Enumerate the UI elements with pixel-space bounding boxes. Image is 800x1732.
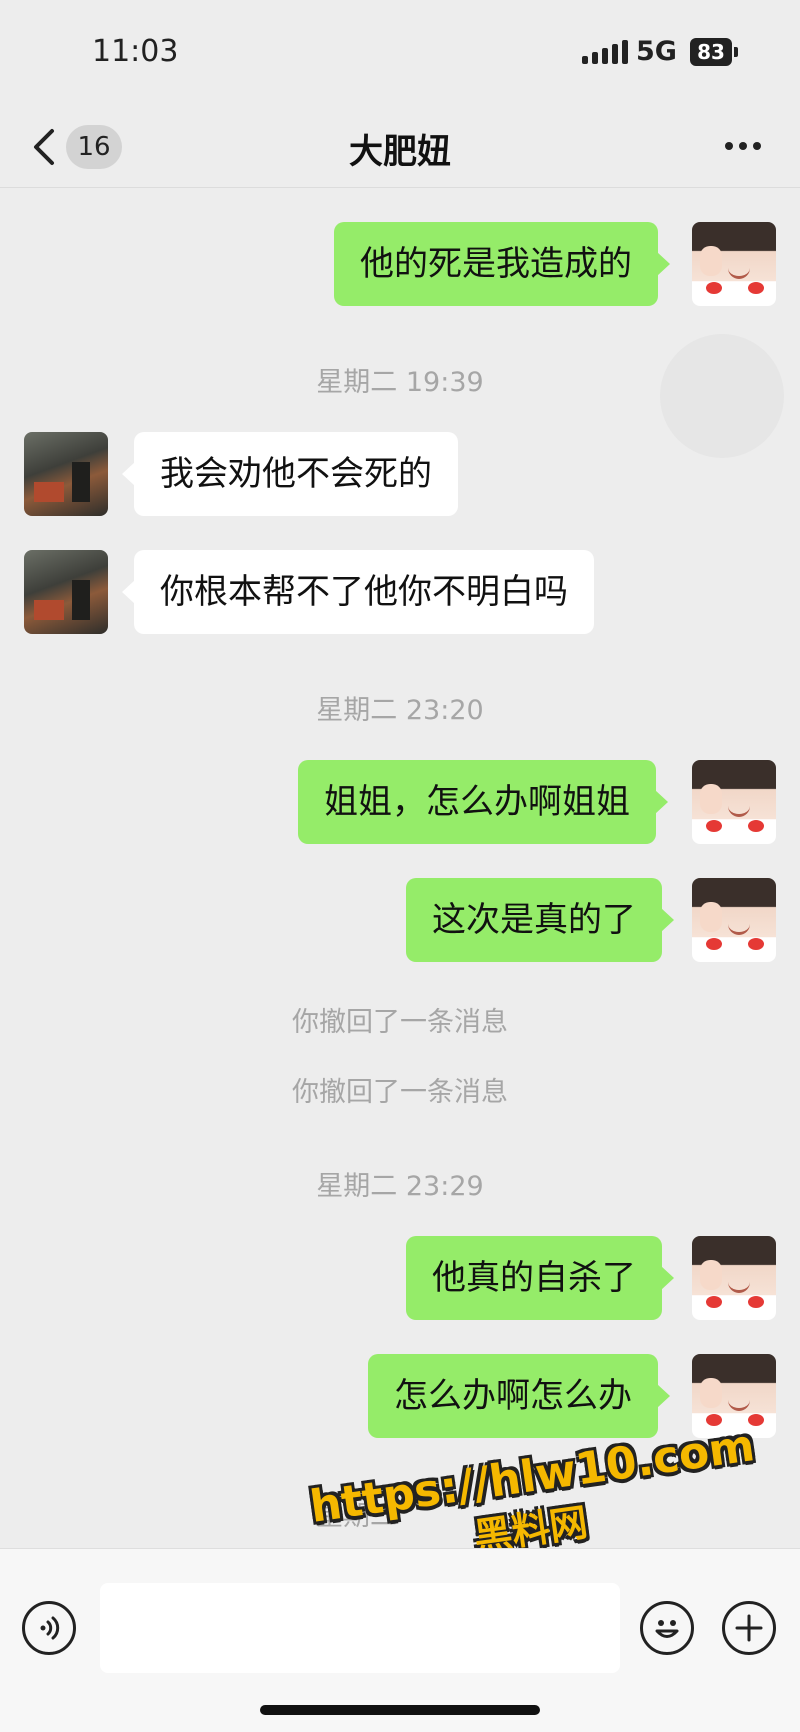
emoji-icon[interactable] (640, 1601, 694, 1655)
chat-header: 16 大肥妞 (0, 104, 800, 188)
outgoing-bubble[interactable]: 怎么办啊怎么办 (368, 1354, 670, 1438)
plus-glyph-icon (735, 1614, 763, 1642)
my-avatar[interactable] (692, 1236, 776, 1320)
timestamp: 星期二 19:39 (316, 367, 484, 398)
emoji-glyph-icon (655, 1620, 679, 1638)
unread-badge: 16 (66, 125, 122, 169)
contact-avatar[interactable] (24, 432, 108, 516)
more-icon[interactable] (718, 126, 768, 166)
timestamp: 星期二 23:29 (316, 1171, 484, 1202)
outgoing-bubble[interactable]: 他真的自杀了 (406, 1236, 674, 1320)
outgoing-bubble[interactable]: 这次是真的了 (406, 878, 674, 962)
voice-icon[interactable] (22, 1601, 76, 1655)
network-label: 5G (636, 36, 677, 67)
recall-notice: 你撤回了一条消息 (292, 1077, 508, 1108)
message-input[interactable] (100, 1583, 620, 1673)
outgoing-bubble[interactable]: 他的死是我造成的 (334, 222, 670, 306)
contact-avatar[interactable] (24, 550, 108, 634)
recall-notice: 你撤回了一条消息 (292, 1007, 508, 1038)
incoming-bubble[interactable]: 我会劝他不会死的 (122, 432, 458, 516)
back-chevron-icon (34, 129, 54, 165)
signal-icon (582, 40, 628, 64)
incoming-bubble[interactable]: 你根本帮不了他你不明白吗 (122, 550, 594, 634)
back-button[interactable]: 16 (28, 122, 138, 172)
input-bar (0, 1548, 800, 1732)
battery-icon: 83 (690, 38, 738, 66)
outgoing-bubble[interactable]: 姐姐，怎么办啊姐姐 (298, 760, 668, 844)
status-bar: 11:03 5G 83 (0, 0, 800, 104)
battery-level: 83 (697, 40, 725, 64)
home-indicator[interactable] (260, 1705, 540, 1715)
voice-glyph-icon (40, 1616, 60, 1640)
timestamp: 星期二 23:20 (316, 695, 484, 726)
plus-icon[interactable] (722, 1601, 776, 1655)
status-time: 11:03 (92, 34, 179, 69)
my-avatar[interactable] (692, 222, 776, 306)
my-avatar[interactable] (692, 760, 776, 844)
my-avatar[interactable] (692, 878, 776, 962)
